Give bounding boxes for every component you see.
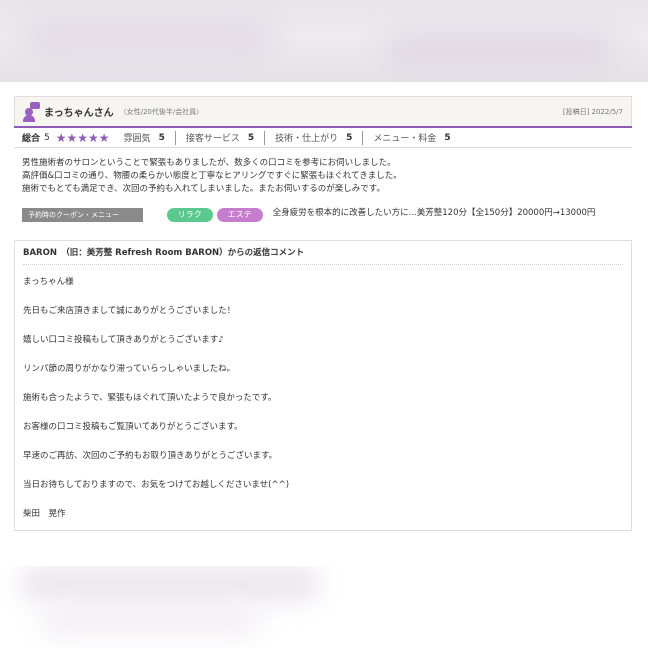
rating-menu-price-label: メニュー・料金 [373, 134, 437, 144]
reply-line: 早速のご再訪、次回のご予約もお取り頂きありがとうございます。 [23, 451, 278, 461]
reviewer-name: まっちゃんさん [44, 108, 114, 119]
reply-line: まっちゃん様 [23, 277, 74, 287]
reply-line: 施術も合ったようで、緊張もほぐれて頂いたようで良かったです。 [23, 393, 277, 403]
coupon-row: 予約時のクーポン・メニュー リラク エステ 全身疲労を根本的に改善したい方に..… [14, 196, 632, 222]
rating-bar: 総合 5 ★★★★★ 雰囲気 5 接客サービス 5 技術・仕上がり 5 メニュー… [14, 126, 632, 148]
rating-menu-price-value: 5 [444, 132, 451, 143]
review-body: 男性施術者のサロンということで緊張もありましたが、数多くの口コミを参考にお伺いし… [14, 148, 632, 196]
divider [264, 130, 266, 145]
review-header: まっちゃんさん （女性/20代後半/会社員） [投稿日] 2022/5/7 [14, 96, 632, 126]
reply-title: BARON （旧：美芳整 Refresh Room BARON）からの返信コメン… [23, 241, 623, 265]
blurred-shape [380, 30, 620, 66]
reply-line: お客様の口コミ投稿もご覧頂いてありがとうございます。 [23, 422, 243, 432]
review-text-line: 高評価&口コミの通り、物腰の柔らかい態度と丁寧なヒアリングですぐに緊張もほぐれて… [22, 171, 402, 181]
star-rating-icon: ★★★★★ [55, 130, 110, 145]
coupon-label: 予約時のクーポン・メニュー [22, 208, 143, 222]
review-card: まっちゃんさん （女性/20代後半/会社員） [投稿日] 2022/5/7 総合… [14, 96, 632, 531]
blurred-shape [40, 606, 260, 636]
reply-line: 当日お待ちしておりますので、お気をつけてお越しくださいませ(^^) [23, 480, 290, 490]
review-text-line: 施術でもとても満足でき、次回の予約も入れてしまいました。またお伺いするのが楽しみ… [22, 184, 385, 194]
coupon-menu-link[interactable]: 全身疲労を根本的に改善したい方に...美芳整120分【全150分】20000円→… [273, 207, 624, 220]
rating-technique-label: 技術・仕上がり [275, 134, 339, 144]
rating-service-value: 5 [247, 132, 255, 143]
blurred-shape [20, 18, 280, 58]
overall-rating-value: 5 [44, 132, 50, 143]
posted-date: [投稿日] 2022/5/7 [562, 107, 623, 116]
tag-relax[interactable]: リラク [166, 208, 213, 222]
review-text-line: 男性施術者のサロンということで緊張もありましたが、数多くの口コミを参考にお伺いし… [22, 158, 396, 168]
reply-line: 嬉しい口コミ投稿もして頂きありがとうございます♪ [23, 335, 224, 345]
divider [362, 130, 364, 145]
reply-line: リンパ節の周りがかなり滞っていらっしゃいましたね。 [23, 364, 236, 374]
overall-rating-label: 総合 [22, 134, 41, 144]
reply-signature: 柴田 晃作 [23, 509, 66, 519]
reply-line: 先日もご来店頂きまして誠にありがとうございました！ [23, 306, 236, 316]
blurred-shape [20, 566, 320, 602]
rating-technique-value: 5 [346, 132, 353, 143]
blurred-page-top [0, 0, 648, 82]
user-comment-icon [23, 101, 41, 122]
rating-atmosphere-value: 5 [158, 132, 165, 143]
sub-ratings: 雰囲気 5 接客サービス 5 技術・仕上がり 5 メニュー・料金 5 [123, 130, 451, 145]
divider [174, 130, 176, 145]
reviewer-attributes: （女性/20代後半/会社員） [119, 107, 204, 116]
rating-service-label: 接客サービス [185, 134, 240, 144]
salon-reply: BARON （旧：美芳整 Refresh Room BARON）からの返信コメン… [14, 240, 632, 531]
tag-esthe[interactable]: エステ [216, 208, 263, 222]
rating-atmosphere-label: 雰囲気 [123, 134, 151, 144]
blurred-page-bottom [0, 566, 648, 648]
